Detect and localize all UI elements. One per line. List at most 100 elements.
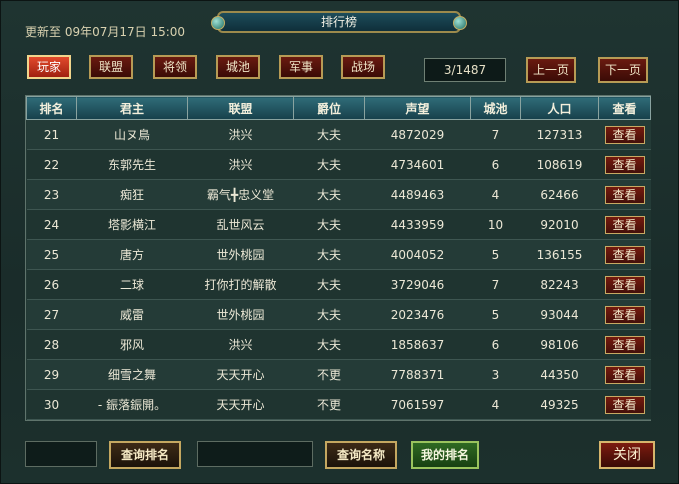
- cell-prestige: 1858637: [364, 329, 471, 360]
- query-rank-button[interactable]: 查询排名: [109, 441, 181, 469]
- cell-title: 大夫: [293, 119, 365, 150]
- view-button[interactable]: 查看: [604, 155, 645, 174]
- ranking-table: 排名 君主 联盟 爵位 声望 城池 人口 查看 21 山ヌ鳥 洪兴 大夫 4872029…: [25, 95, 651, 421]
- view-button[interactable]: 查看: [604, 125, 645, 144]
- cell-rank: 22: [26, 149, 77, 180]
- cell-alliance: 洪兴: [187, 329, 294, 360]
- cell-cities: 7: [470, 119, 521, 150]
- update-timestamp: 更新至 09年07月17日 15:00: [25, 25, 186, 39]
- tab-military[interactable]: 军事: [279, 55, 323, 79]
- cell-alliance: 世外桃园: [187, 299, 294, 330]
- cell-title: 不更: [293, 389, 365, 420]
- cell-prestige: 4004052: [364, 239, 471, 270]
- tab-cities[interactable]: 城池: [216, 55, 260, 79]
- cell-title: 大夫: [293, 329, 365, 360]
- cell-alliance: 洪兴: [187, 119, 294, 150]
- cell-title: 大夫: [293, 299, 365, 330]
- cell-view: 查看: [598, 329, 651, 360]
- cell-prestige: 7788371: [364, 359, 471, 390]
- col-lord: 君主: [76, 96, 188, 120]
- table-header: 排名 君主 联盟 爵位 声望 城池 人口 查看: [26, 96, 651, 120]
- cell-population: 127313: [520, 119, 599, 150]
- cell-population: 82243: [520, 269, 599, 300]
- cell-title: 大夫: [293, 209, 365, 240]
- cell-prestige: 3729046: [364, 269, 471, 300]
- cell-rank: 27: [26, 299, 77, 330]
- cell-title: 大夫: [293, 269, 365, 300]
- cell-prestige: 4872029: [364, 119, 471, 150]
- cell-lord: 威雷: [76, 299, 188, 330]
- cell-cities: 10: [470, 209, 521, 240]
- cell-view: 查看: [598, 149, 651, 180]
- cell-lord: 塔影横江: [76, 209, 188, 240]
- panel-title: 排行榜: [211, 11, 467, 33]
- name-input[interactable]: [197, 441, 313, 467]
- cell-lord: 唐方: [76, 239, 188, 270]
- table-row: 27 威雷 世外桃园 大夫 2023476 5 93044 查看: [26, 299, 651, 330]
- cell-view: 查看: [598, 269, 651, 300]
- table-row: 22 东郭先生 洪兴 大夫 4734601 6 108619 查看: [26, 149, 651, 180]
- cell-population: 92010: [520, 209, 599, 240]
- view-button[interactable]: 查看: [604, 395, 645, 414]
- cell-cities: 5: [470, 299, 521, 330]
- cell-view: 查看: [598, 179, 651, 210]
- cell-rank: 26: [26, 269, 77, 300]
- cell-alliance: 乱世风云: [187, 209, 294, 240]
- cell-cities: 4: [470, 179, 521, 210]
- tab-generals[interactable]: 将领: [153, 55, 197, 79]
- cell-prestige: 4489463: [364, 179, 471, 210]
- cell-population: 62466: [520, 179, 599, 210]
- cell-cities: 4: [470, 389, 521, 420]
- col-title: 爵位: [293, 96, 365, 120]
- cell-prestige: 7061597: [364, 389, 471, 420]
- cell-view: 查看: [598, 359, 651, 390]
- cell-lord: - 鋠落鋠開。: [76, 389, 188, 420]
- cell-population: 108619: [520, 149, 599, 180]
- cell-population: 93044: [520, 299, 599, 330]
- cell-lord: 山ヌ鳥: [76, 119, 188, 150]
- tab-players[interactable]: 玩家: [27, 55, 71, 79]
- cell-alliance: 天天开心: [187, 389, 294, 420]
- view-button[interactable]: 查看: [604, 335, 645, 354]
- cell-lord: 邪风: [76, 329, 188, 360]
- cell-cities: 6: [470, 329, 521, 360]
- cell-view: 查看: [598, 209, 651, 240]
- cell-view: 查看: [598, 299, 651, 330]
- col-prestige: 声望: [364, 96, 471, 120]
- my-rank-button[interactable]: 我的排名: [411, 441, 479, 469]
- table-row: 29 细雪之舞 天天开心 不更 7788371 3 44350 查看: [26, 359, 651, 390]
- gem-icon: [211, 16, 225, 30]
- cell-prestige: 4433959: [364, 209, 471, 240]
- rank-input[interactable]: [25, 441, 97, 467]
- cell-rank: 24: [26, 209, 77, 240]
- col-view: 查看: [598, 96, 651, 120]
- view-button[interactable]: 查看: [604, 305, 645, 324]
- view-button[interactable]: 查看: [604, 275, 645, 294]
- cell-rank: 30: [26, 389, 77, 420]
- cell-rank: 23: [26, 179, 77, 210]
- close-button[interactable]: 关闭: [599, 441, 655, 469]
- tab-alliance[interactable]: 联盟: [89, 55, 133, 79]
- cell-population: 136155: [520, 239, 599, 270]
- next-page-button[interactable]: 下一页: [598, 57, 648, 83]
- cell-lord: 细雪之舞: [76, 359, 188, 390]
- gem-icon: [453, 16, 467, 30]
- cell-rank: 21: [26, 119, 77, 150]
- query-name-button[interactable]: 查询名称: [325, 441, 397, 469]
- cell-title: 大夫: [293, 179, 365, 210]
- cell-prestige: 4734601: [364, 149, 471, 180]
- tab-battlefield[interactable]: 战场: [341, 55, 385, 79]
- col-cities: 城池: [470, 96, 521, 120]
- col-population: 人口: [520, 96, 599, 120]
- view-button[interactable]: 查看: [604, 245, 645, 264]
- table-row: 28 邪风 洪兴 大夫 1858637 6 98106 查看: [26, 329, 651, 360]
- ranking-panel: 更新至 09年07月17日 15:00 排行榜 玩家 联盟 将领 城池 军事 战…: [0, 0, 679, 484]
- view-button[interactable]: 查看: [604, 185, 645, 204]
- view-button[interactable]: 查看: [604, 365, 645, 384]
- table-row: 23 痴狂 霸气╋忠义堂 大夫 4489463 4 62466 查看: [26, 179, 651, 210]
- col-alliance: 联盟: [187, 96, 294, 120]
- view-button[interactable]: 查看: [604, 215, 645, 234]
- cell-cities: 6: [470, 149, 521, 180]
- prev-page-button[interactable]: 上一页: [526, 57, 576, 83]
- cell-alliance: 打你打的解散: [187, 269, 294, 300]
